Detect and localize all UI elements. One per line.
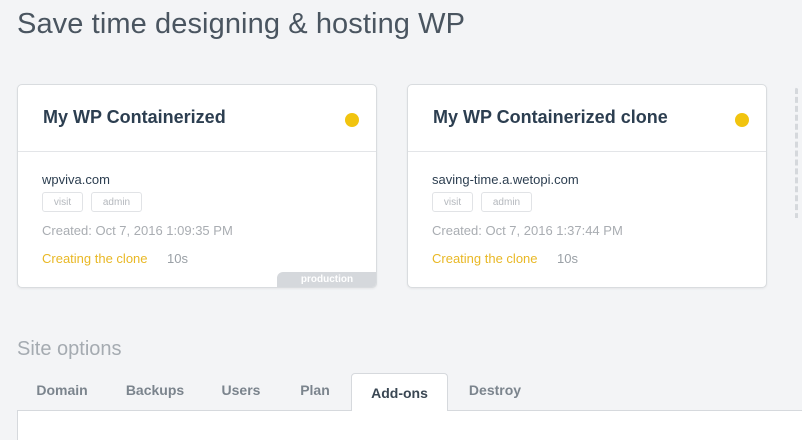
visit-button[interactable]: visit	[42, 192, 83, 212]
tab-users[interactable]: Users	[203, 373, 279, 407]
site-card-header: My WP Containerized clone	[408, 85, 766, 152]
admin-button[interactable]: admin	[481, 192, 532, 212]
status-text: Creating the clone	[432, 251, 538, 266]
site-card[interactable]: My WP Containerized clone saving-time.a.…	[407, 84, 767, 288]
tab-plan[interactable]: Plan	[285, 373, 345, 407]
site-card-body: saving-time.a.wetopi.com visit admin Cre…	[408, 152, 766, 287]
status-text: Creating the clone	[42, 251, 148, 266]
visit-button[interactable]: visit	[432, 192, 473, 212]
tab-panel	[17, 410, 802, 440]
created-date: Created: Oct 7, 2016 1:09:35 PM	[42, 223, 233, 238]
admin-button[interactable]: admin	[91, 192, 142, 212]
status-indicator-icon	[345, 113, 359, 127]
site-name[interactable]: My WP Containerized clone	[433, 107, 668, 128]
add-site-card[interactable]	[795, 86, 802, 218]
elapsed-time: 10s	[167, 251, 188, 266]
elapsed-time: 10s	[557, 251, 578, 266]
site-domain: wpviva.com	[42, 172, 110, 187]
site-name[interactable]: My WP Containerized	[43, 107, 226, 128]
status-indicator-icon	[735, 113, 749, 127]
created-date: Created: Oct 7, 2016 1:37:44 PM	[432, 223, 623, 238]
site-options-title: Site options	[17, 338, 122, 360]
site-options-tabs: Domain Backups Users Plan Add-ons Destro…	[17, 373, 802, 411]
tab-destroy[interactable]: Destroy	[453, 373, 537, 407]
page-title: Save time designing & hosting WP	[17, 8, 466, 40]
tab-backups[interactable]: Backups	[112, 373, 198, 407]
tab-add-ons[interactable]: Add-ons	[351, 373, 448, 411]
site-card-body: wpviva.com visit admin Created: Oct 7, 2…	[18, 152, 376, 287]
tab-domain[interactable]: Domain	[17, 373, 107, 407]
environment-badge: production	[277, 272, 376, 287]
site-card[interactable]: My WP Containerized wpviva.com visit adm…	[17, 84, 377, 288]
site-card-header: My WP Containerized	[18, 85, 376, 152]
site-domain: saving-time.a.wetopi.com	[432, 172, 579, 187]
